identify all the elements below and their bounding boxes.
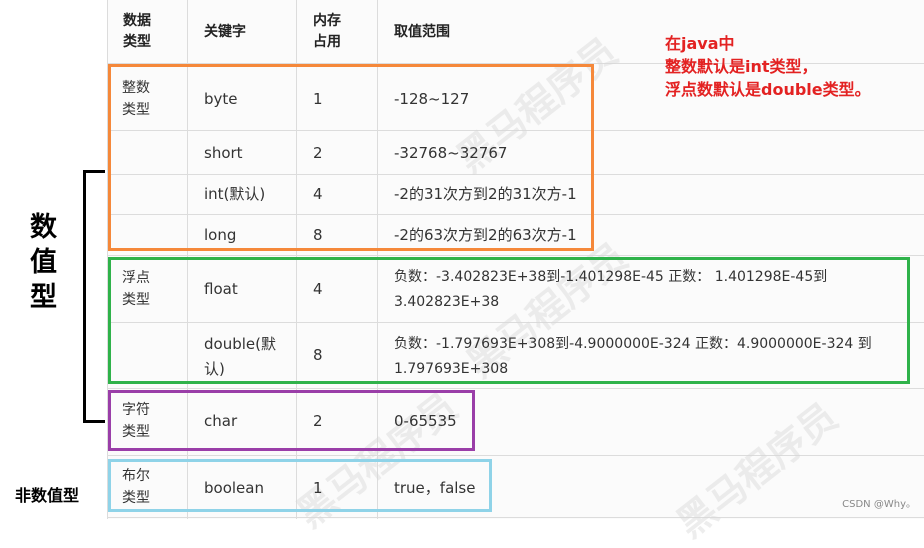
annotation-line: 整数默认是int类型， [665,57,818,76]
row-divider [107,517,924,518]
header-data-type: 数据 类型 [123,13,151,50]
row-divider [107,388,924,389]
row-divider [107,255,924,256]
char-type-highlight-box [108,390,475,451]
float-types-highlight-box [108,257,910,384]
default-type-annotation: 在java中 整数默认是int类型， 浮点数默认是double类型。 [665,32,871,101]
header-keyword: 关键字 [204,24,246,40]
annotation-line: 浮点数默认是double类型。 [665,80,871,99]
numeric-type-label: 数 值 型 [30,212,57,313]
boolean-type-highlight-box [108,459,492,512]
csdn-credit: CSDN @Why。 [842,499,916,510]
header-range: 取值范围 [394,24,450,40]
annotation-line: 在java中 [665,34,735,53]
numeric-types-bracket [83,170,105,423]
integer-types-highlight-box [108,64,594,251]
header-memory: 内存 占用 [313,13,341,50]
non-numeric-type-label: 非数值型 [15,486,80,505]
